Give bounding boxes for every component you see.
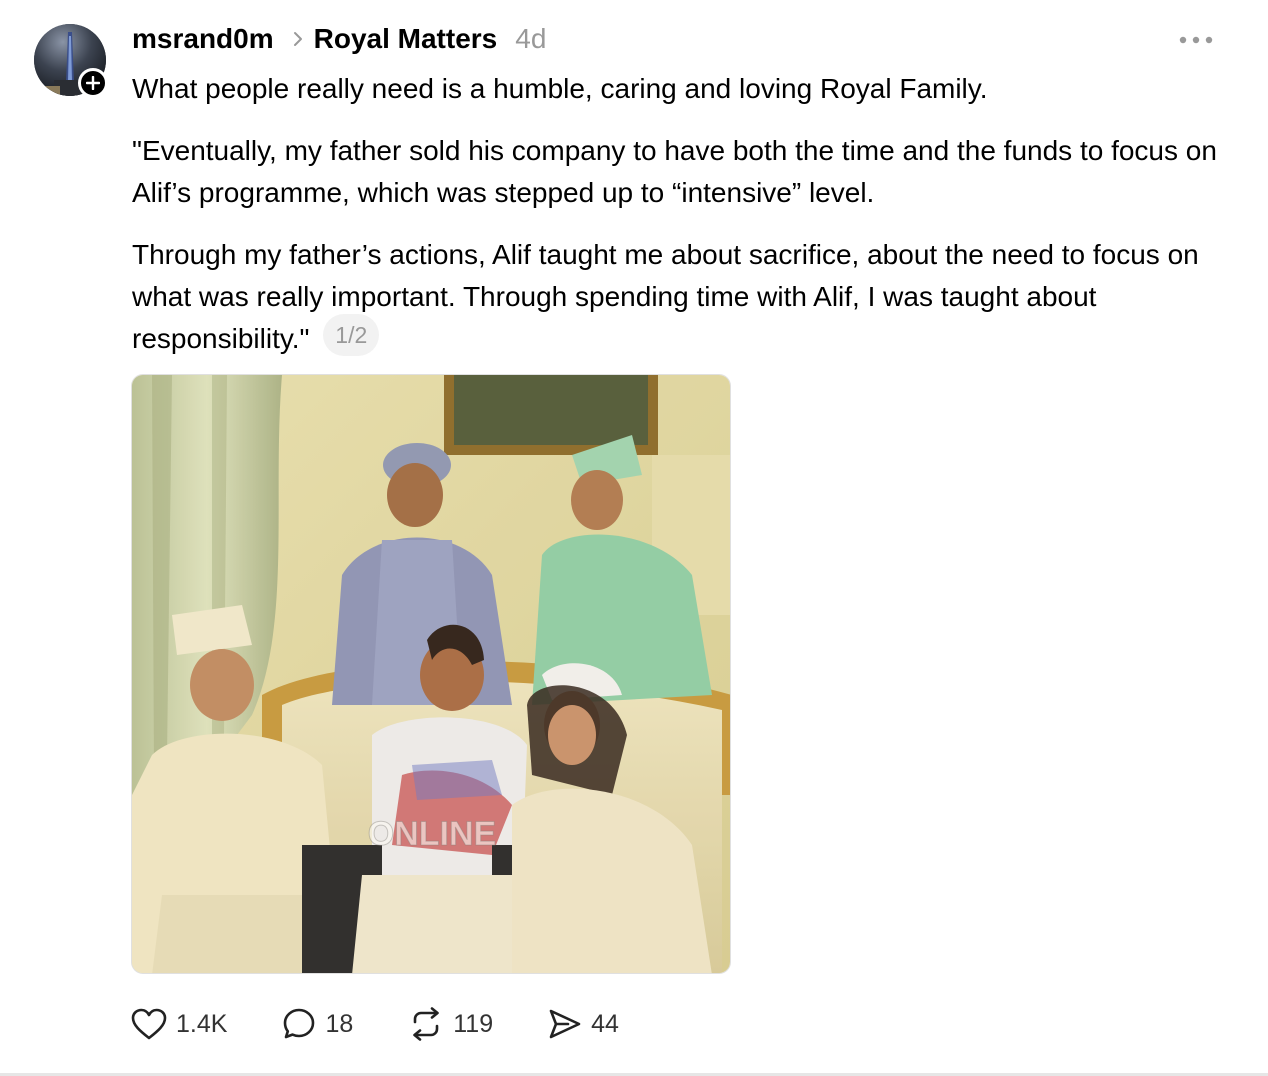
- thread-post: msrand0m Royal Matters 4d What people re…: [0, 0, 1268, 1076]
- post-paragraph-last: Through my father’s actions, Alif taught…: [132, 234, 1232, 360]
- author-avatar-container[interactable]: [34, 24, 108, 98]
- post-timestamp[interactable]: 4d: [515, 23, 546, 55]
- repost-icon: [413, 1007, 440, 1041]
- more-horizontal-icon: [1179, 36, 1213, 44]
- action-bar: 1.4K 18 119 44: [130, 1002, 619, 1046]
- post-image[interactable]: ONLINE: [131, 374, 731, 974]
- post-paragraph-text: Through my father’s actions, Alif taught…: [132, 239, 1199, 354]
- reply-count: 18: [325, 1009, 354, 1038]
- author-username[interactable]: msrand0m: [132, 23, 274, 55]
- post-header: msrand0m Royal Matters 4d: [132, 20, 546, 58]
- share-count: 44: [591, 1009, 619, 1038]
- follow-button[interactable]: [78, 68, 108, 98]
- more-options-button[interactable]: [1172, 26, 1220, 54]
- post-paragraph: What people really need is a humble, car…: [132, 73, 988, 104]
- repost-count: 119: [453, 1009, 494, 1038]
- comment-icon: [284, 1008, 315, 1039]
- send-icon: [549, 1009, 581, 1039]
- post-body: What people really need is a humble, car…: [132, 68, 1232, 380]
- chevron-right-icon: [292, 30, 304, 48]
- post-paragraph: "Eventually, my father sold his company …: [132, 135, 1217, 208]
- heart-icon: [131, 1008, 167, 1040]
- reply-button[interactable]: 18: [281, 1006, 353, 1042]
- like-count: 1.4K: [176, 1009, 228, 1038]
- page-counter-badge: 1/2: [323, 314, 380, 356]
- share-button[interactable]: 44: [547, 1007, 619, 1041]
- repost-button[interactable]: 119: [407, 1007, 493, 1041]
- topic-link[interactable]: Royal Matters: [314, 23, 498, 55]
- family-photo: ONLINE: [132, 375, 730, 973]
- like-button[interactable]: 1.4K: [130, 1007, 227, 1041]
- plus-icon: [86, 76, 100, 90]
